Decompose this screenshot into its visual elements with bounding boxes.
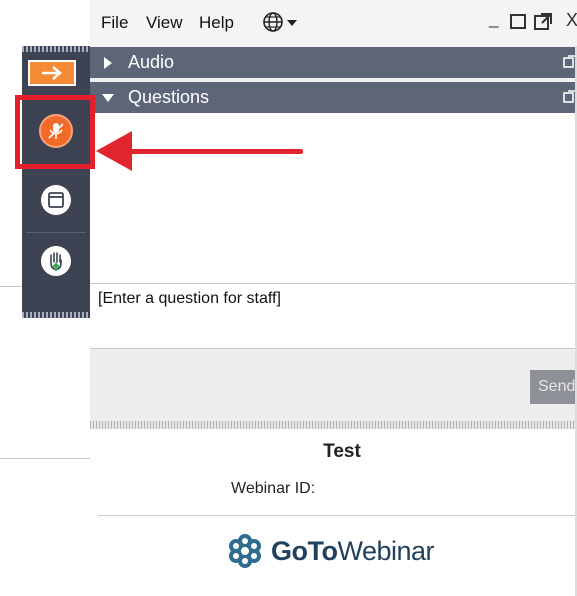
window-button[interactable]	[22, 174, 90, 226]
pane-label-audio: Audio	[128, 52, 175, 72]
chevron-down-icon[interactable]	[287, 20, 297, 26]
sidebar-grip[interactable]	[22, 46, 90, 52]
pane-header-questions[interactable]: Questions	[90, 82, 577, 113]
annotation-highlight-box	[15, 95, 95, 169]
menu-help[interactable]: Help	[199, 13, 234, 33]
minimize-button[interactable]: _	[489, 9, 498, 29]
sidebar-grip[interactable]	[22, 312, 90, 318]
raise-hand-button[interactable]	[22, 235, 90, 287]
gotowebinar-logo: GoToWebinar	[227, 531, 435, 571]
menu-file[interactable]: File	[101, 13, 128, 33]
window-icon	[48, 192, 64, 208]
divider	[0, 458, 90, 459]
sidebar-separator	[26, 232, 86, 233]
webinar-title: Test	[323, 441, 361, 462]
flower-logo-icon	[229, 534, 261, 568]
collapse-panel-button[interactable]	[28, 60, 76, 86]
question-input[interactable]: [Enter a question for staff]	[90, 283, 577, 349]
pane-label-questions: Questions	[128, 87, 210, 107]
popout-button[interactable]	[533, 12, 553, 32]
divider	[98, 515, 577, 516]
send-button[interactable]: Send	[530, 370, 577, 404]
annotation-arrow-shaft	[118, 149, 303, 154]
raise-hand-icon	[50, 252, 62, 271]
close-button[interactable]: X	[566, 10, 577, 31]
expand-arrow-icon	[104, 57, 112, 69]
menu-view[interactable]: View	[146, 13, 183, 33]
question-input-placeholder: [Enter a question for staff]	[98, 290, 281, 307]
maximize-button[interactable]	[510, 14, 526, 29]
collapse-arrow-icon	[102, 94, 114, 102]
send-area	[90, 349, 577, 421]
right-arrow-icon	[42, 66, 62, 80]
brand-name: GoToWebinar	[271, 535, 435, 566]
webinar-id-value	[345, 476, 455, 498]
questions-log	[90, 113, 577, 283]
webinar-id-label: Webinar ID:	[231, 480, 316, 497]
divider	[90, 421, 577, 429]
globe-icon[interactable]	[262, 11, 284, 33]
pane-header-audio[interactable]: Audio	[90, 47, 577, 78]
annotation-arrow-head	[96, 131, 132, 171]
